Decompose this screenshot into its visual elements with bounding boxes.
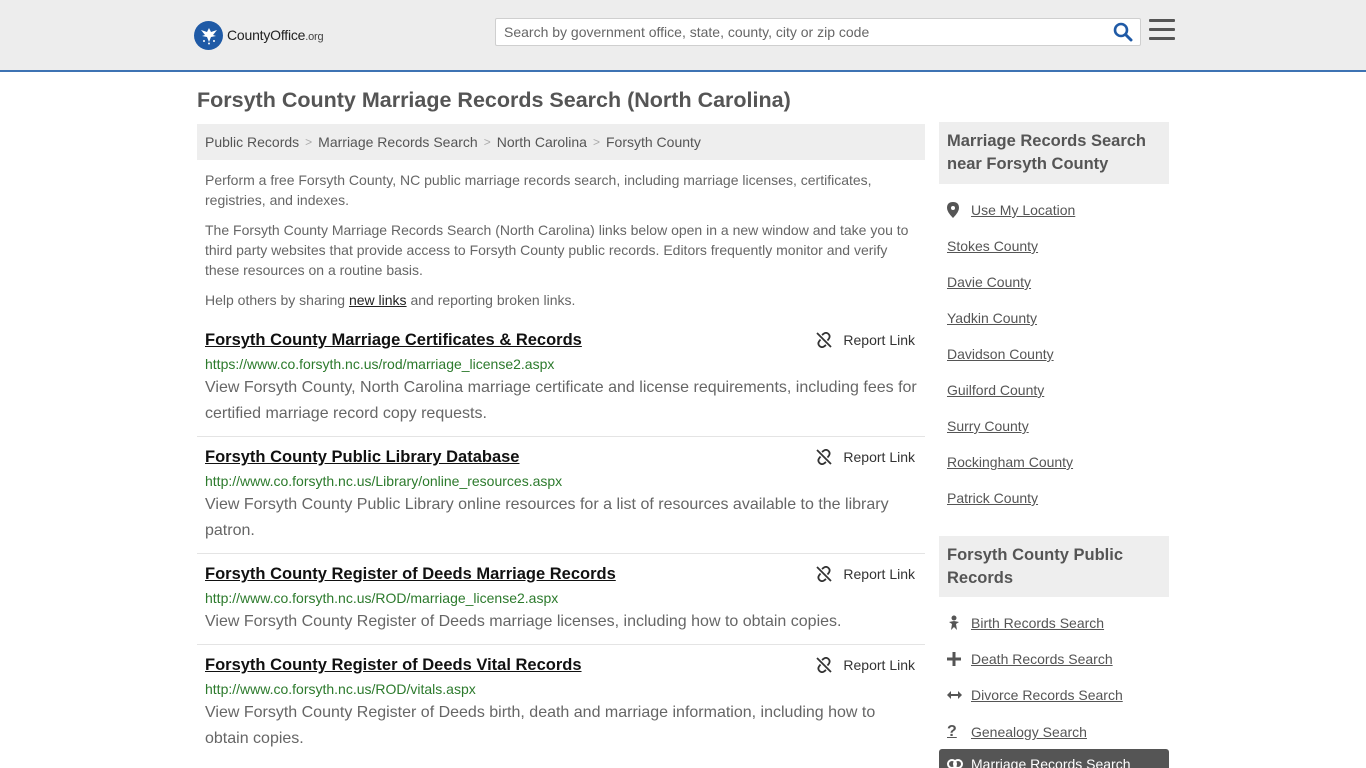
- result-item: Forsyth County Public Library Database R…: [197, 448, 925, 554]
- broken-link-icon: [816, 566, 833, 582]
- question-icon: ?: [947, 723, 957, 740]
- breadcrumb-north-carolina[interactable]: North Carolina: [497, 134, 587, 150]
- sidebar-item-patrick-county[interactable]: Patrick County: [947, 490, 1038, 506]
- use-my-location-link[interactable]: Use My Location: [947, 202, 1075, 218]
- map-pin-icon: [947, 202, 971, 218]
- report-link-button[interactable]: Report Link: [816, 566, 915, 582]
- sidebar-item-surry-county[interactable]: Surry County: [947, 418, 1029, 434]
- disclaimer-paragraph: The Forsyth County Marriage Records Sear…: [205, 222, 909, 278]
- sidebar-item-davie-county[interactable]: Davie County: [947, 274, 1031, 290]
- share-links-paragraph: Help others by sharing new links and rep…: [205, 292, 576, 308]
- result-url: https://www.co.forsyth.nc.us/rod/marriag…: [205, 356, 555, 372]
- result-item: Forsyth County Register of Deeds Vital R…: [197, 656, 925, 762]
- sidebar-item-davidson-county[interactable]: Davidson County: [947, 346, 1054, 362]
- report-link-button[interactable]: Report Link: [816, 449, 915, 465]
- result-description: View Forsyth County Register of Deeds bi…: [205, 704, 876, 747]
- chevron-right-icon: >: [592, 135, 600, 149]
- baby-icon: [947, 615, 971, 631]
- search-box: [495, 18, 1141, 46]
- sidebar-item-genealogy[interactable]: ? Genealogy Search: [947, 723, 1087, 741]
- result-title-link[interactable]: Forsyth County Public Library Database: [205, 448, 519, 467]
- result-url: http://www.co.forsyth.nc.us/ROD/marriage…: [205, 590, 559, 606]
- sidebar-records-title: Forsyth County Public Records: [947, 546, 1124, 587]
- broken-link-icon: [816, 657, 833, 673]
- search-input[interactable]: [496, 19, 1106, 45]
- sidebar-item-stokes-county[interactable]: Stokes County: [947, 238, 1038, 254]
- broken-link-icon: [816, 332, 833, 348]
- sidebar-records-header: Forsyth County Public Records: [939, 536, 1169, 597]
- site-header: CountyOffice.org: [0, 0, 1366, 72]
- chevron-right-icon: >: [305, 135, 313, 149]
- eagle-logo-icon: [194, 20, 223, 50]
- sidebar-nearby-title: Marriage Records Search near Forsyth Cou…: [947, 132, 1147, 173]
- rings-icon: [947, 758, 971, 768]
- result-url: http://www.co.forsyth.nc.us/Library/onli…: [205, 473, 563, 489]
- result-url: http://www.co.forsyth.nc.us/ROD/vitals.a…: [205, 681, 476, 697]
- result-item: Forsyth County Marriage Certificates & R…: [197, 331, 925, 437]
- result-title-link[interactable]: Forsyth County Marriage Certificates & R…: [205, 331, 582, 350]
- breadcrumb-public-records[interactable]: Public Records: [205, 134, 299, 150]
- sidebar-item-divorce-records[interactable]: Divorce Records Search: [947, 687, 1123, 703]
- logo-wordmark: CountyOffice.org: [227, 27, 324, 43]
- sidebar-nearby-header: Marriage Records Search near Forsyth Cou…: [939, 122, 1169, 184]
- hamburger-icon: [1149, 19, 1175, 22]
- breadcrumb-marriage-records[interactable]: Marriage Records Search: [318, 134, 478, 150]
- sidebar-item-marriage-records-active[interactable]: Marriage Records Search: [939, 749, 1169, 768]
- breadcrumb-forsyth-county[interactable]: Forsyth County: [606, 134, 701, 150]
- arrows-horizontal-icon: [947, 690, 971, 700]
- breadcrumb: Public Records > Marriage Records Search…: [197, 124, 925, 160]
- search-icon: [1113, 22, 1133, 42]
- sidebar-item-birth-records[interactable]: Birth Records Search: [947, 615, 1104, 631]
- sidebar-item-death-records[interactable]: Death Records Search: [947, 651, 1113, 667]
- hamburger-menu-button[interactable]: [1149, 19, 1175, 43]
- report-link-button[interactable]: Report Link: [816, 657, 915, 673]
- result-item: Forsyth County Register of Deeds Marriag…: [197, 565, 925, 645]
- sidebar-item-yadkin-county[interactable]: Yadkin County: [947, 310, 1037, 326]
- intro-paragraph: Perform a free Forsyth County, NC public…: [205, 172, 872, 208]
- broken-link-icon: [816, 449, 833, 465]
- sidebar-item-guilford-county[interactable]: Guilford County: [947, 382, 1044, 398]
- search-button[interactable]: [1110, 21, 1136, 43]
- result-description: View Forsyth County Register of Deeds ma…: [205, 613, 842, 630]
- result-description: View Forsyth County Public Library onlin…: [205, 496, 889, 539]
- cross-icon: [947, 652, 971, 666]
- report-link-button[interactable]: Report Link: [816, 332, 915, 348]
- result-description: View Forsyth County, North Carolina marr…: [205, 379, 917, 422]
- chevron-right-icon: >: [483, 135, 491, 149]
- result-title-link[interactable]: Forsyth County Register of Deeds Marriag…: [205, 565, 616, 584]
- site-logo[interactable]: CountyOffice.org: [194, 20, 324, 50]
- page-title: Forsyth County Marriage Records Search (…: [197, 88, 791, 112]
- new-links-link[interactable]: new links: [349, 292, 407, 308]
- result-title-link[interactable]: Forsyth County Register of Deeds Vital R…: [205, 656, 582, 675]
- sidebar-item-rockingham-county[interactable]: Rockingham County: [947, 454, 1073, 470]
